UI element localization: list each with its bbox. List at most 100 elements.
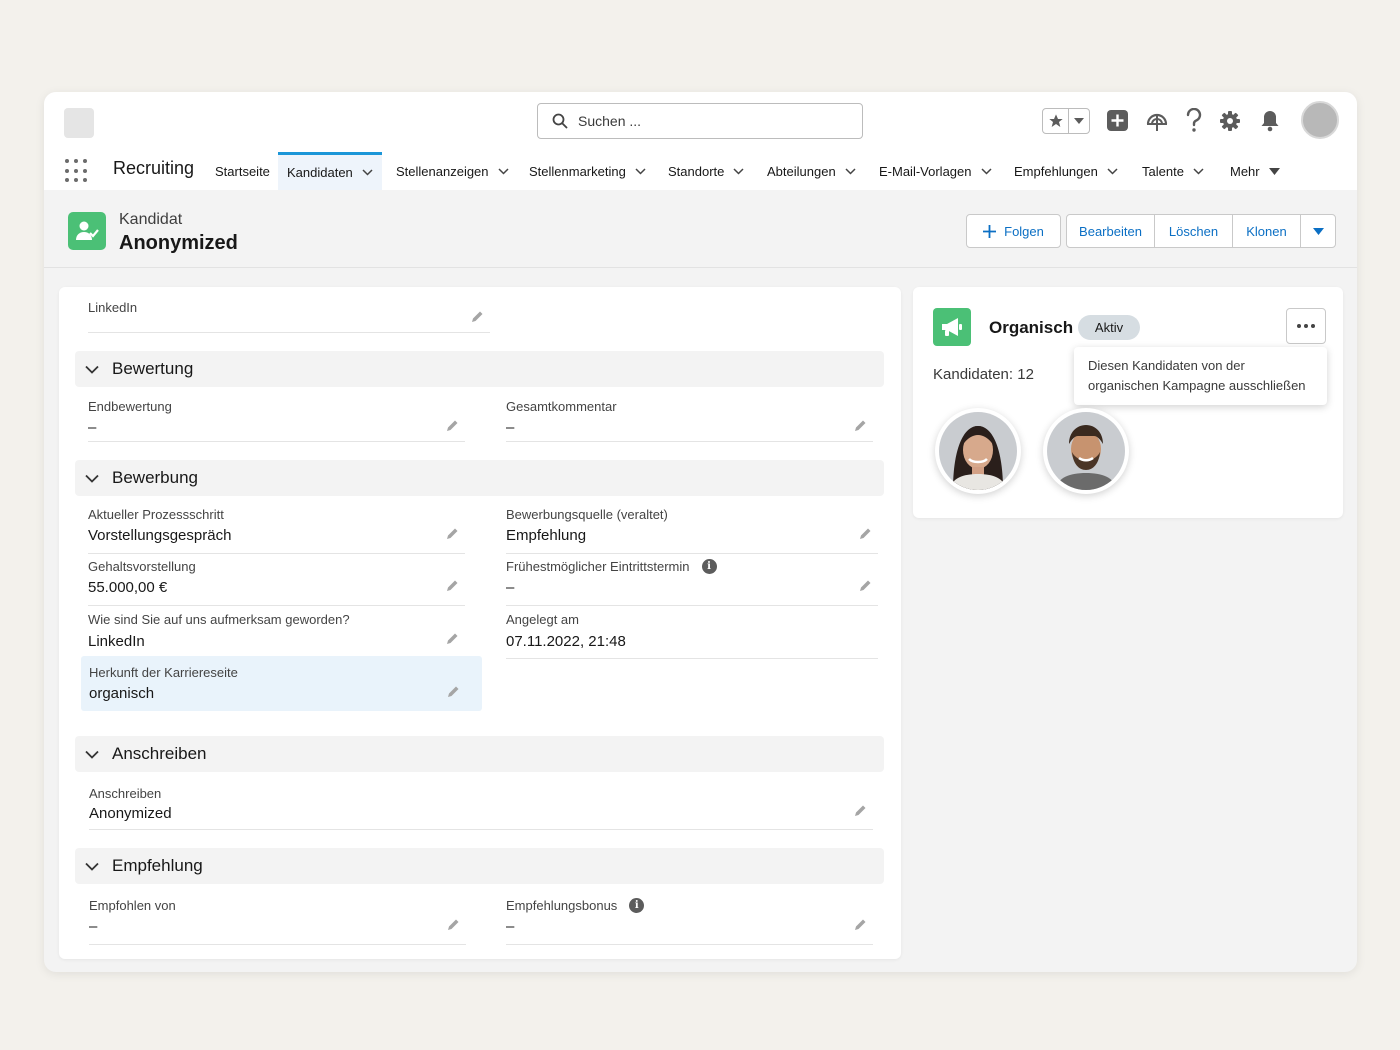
pencil-icon[interactable]: [446, 685, 460, 699]
campaign-name[interactable]: Organisch: [989, 318, 1073, 338]
campaign-menu-button[interactable]: [1286, 308, 1326, 344]
section-title: Anschreiben: [112, 744, 207, 763]
app-nav-bar: Recruiting Startseite Kandidaten Stellen…: [44, 152, 1357, 190]
search-placeholder: Suchen ...: [578, 113, 642, 129]
chevron-down-icon: [85, 862, 99, 871]
global-actions-button[interactable]: [1106, 109, 1129, 132]
nav-item-label: Startseite: [215, 163, 270, 179]
nav-item-label: Mehr: [1230, 163, 1260, 179]
field-gesamtkommentar: Gesamtkommentar –: [506, 399, 873, 442]
user-avatar[interactable]: [1301, 101, 1339, 139]
trailhead-icon: [1146, 113, 1168, 131]
help-icon: [1186, 108, 1202, 132]
field-endbewertung: Endbewertung –: [88, 399, 465, 442]
pencil-icon[interactable]: [445, 419, 459, 433]
dot: [1311, 324, 1315, 328]
field-herkunft-karriereseite[interactable]: Herkunft der Karriereseite organisch: [81, 656, 482, 711]
section-anschreiben[interactable]: Anschreiben: [75, 736, 884, 772]
field-value: –: [89, 918, 98, 935]
app-name: Recruiting: [113, 158, 195, 178]
caret-down-icon[interactable]: [1268, 167, 1280, 175]
global-search-input[interactable]: Suchen ...: [537, 103, 863, 139]
field-value: LinkedIn: [88, 633, 145, 650]
dot: [1304, 324, 1308, 328]
nav-item-standorte[interactable]: Standorte: [668, 152, 744, 190]
chevron-down-icon[interactable]: [845, 167, 856, 175]
section-title: Bewerbung: [112, 468, 199, 487]
plus-icon: [983, 224, 997, 238]
pencil-icon[interactable]: [853, 419, 867, 433]
field-label: Empfehlungsbonus i: [506, 898, 645, 914]
pencil-icon[interactable]: [470, 310, 484, 324]
info-icon[interactable]: i: [629, 898, 645, 914]
chevron-down-icon[interactable]: [1193, 167, 1204, 175]
info-icon[interactable]: i: [701, 559, 717, 575]
notifications-button[interactable]: [1260, 109, 1280, 132]
field-label-text: Empfehlungsbonus: [506, 898, 618, 913]
pencil-icon[interactable]: [858, 527, 872, 541]
nav-item-talente[interactable]: Talente: [1142, 152, 1204, 190]
pencil-icon[interactable]: [853, 804, 867, 818]
favorites-star-button[interactable]: [1043, 109, 1068, 133]
record-type: Kandidat: [119, 211, 183, 228]
field-value: –: [506, 419, 515, 436]
nav-item-abteilungen[interactable]: Abteilungen: [767, 152, 856, 190]
candidate-avatar-1[interactable]: [935, 408, 1021, 494]
pencil-icon[interactable]: [445, 632, 459, 646]
nav-item-mehr[interactable]: Mehr: [1230, 152, 1280, 190]
pencil-icon[interactable]: [445, 579, 459, 593]
field-gehaltsvorstellung: Gehaltsvorstellung 55.000,00 €: [88, 559, 465, 606]
help-button[interactable]: [1184, 108, 1204, 134]
section-bewertung[interactable]: Bewertung: [75, 351, 884, 387]
field-empfehlungsbonus: Empfehlungsbonus i –: [506, 898, 873, 945]
field-label: Anschreiben: [89, 786, 162, 801]
chevron-down-icon[interactable]: [498, 167, 509, 175]
field-label: Gehaltsvorstellung: [88, 559, 196, 574]
nav-item-startseite[interactable]: Startseite: [215, 152, 270, 190]
chevron-down-icon[interactable]: [635, 167, 646, 175]
field-label: Endbewertung: [88, 399, 172, 414]
field-label: Bewerbungsquelle (veraltet): [506, 507, 668, 522]
status-badge-label: Aktiv: [1094, 320, 1124, 335]
chevron-down-icon[interactable]: [733, 167, 744, 175]
section-empfehlung[interactable]: Empfehlung: [75, 848, 884, 884]
setup-button[interactable]: [1219, 110, 1241, 132]
nav-item-email-vorlagen[interactable]: E-Mail-Vorlagen: [879, 152, 992, 190]
nav-item-kandidaten[interactable]: Kandidaten: [278, 152, 382, 190]
more-actions-button[interactable]: [1300, 214, 1336, 248]
nav-item-stellenanzeigen[interactable]: Stellenanzeigen: [396, 152, 509, 190]
pencil-icon[interactable]: [445, 527, 459, 541]
pencil-icon[interactable]: [853, 918, 867, 932]
caret-down-icon: [1074, 118, 1085, 124]
details-card: LinkedIn Bewertung Endbewertung – Gesamt…: [59, 287, 901, 959]
exclude-from-campaign-menu-item[interactable]: Diesen Kandidaten von der organischen Ka…: [1074, 347, 1327, 405]
field-value: 55.000,00 €: [88, 579, 168, 596]
pencil-icon[interactable]: [858, 579, 872, 593]
clone-label: Klonen: [1246, 223, 1287, 239]
nav-item-empfehlungen[interactable]: Empfehlungen: [1014, 152, 1118, 190]
org-logo[interactable]: [64, 108, 94, 138]
edit-button[interactable]: Bearbeiten: [1066, 214, 1155, 248]
field-empfohlen-von: Empfohlen von –: [89, 898, 466, 945]
trailhead-button[interactable]: [1145, 109, 1169, 133]
field-value: organisch: [89, 685, 155, 702]
campaign-card: Organisch Aktiv Kandidaten: 12 Diesen Ka…: [913, 287, 1343, 518]
candidate-avatar-2[interactable]: [1043, 408, 1129, 494]
field-linkedin: LinkedIn: [88, 300, 490, 333]
favorites-dropdown-button[interactable]: [1068, 109, 1089, 133]
global-header: Suchen ... Recruiting Startseite Kandida…: [44, 92, 1357, 190]
clone-button[interactable]: Klonen: [1232, 214, 1301, 248]
app-launcher-icon[interactable]: [65, 159, 89, 183]
chevron-down-icon[interactable]: [362, 169, 373, 176]
nav-item-label: Abteilungen: [767, 163, 836, 179]
chevron-down-icon: [85, 474, 99, 483]
candidate-photo: [1047, 412, 1125, 490]
chevron-down-icon[interactable]: [1107, 167, 1118, 175]
chevron-down-icon[interactable]: [980, 167, 992, 175]
section-bewerbung[interactable]: Bewerbung: [75, 460, 884, 496]
delete-button[interactable]: Löschen: [1154, 214, 1233, 248]
pencil-icon[interactable]: [446, 918, 460, 932]
nav-item-stellenmarketing[interactable]: Stellenmarketing: [529, 152, 646, 190]
field-angelegt-am: Angelegt am 07.11.2022, 21:48: [506, 612, 878, 659]
follow-button[interactable]: Folgen: [966, 214, 1061, 248]
